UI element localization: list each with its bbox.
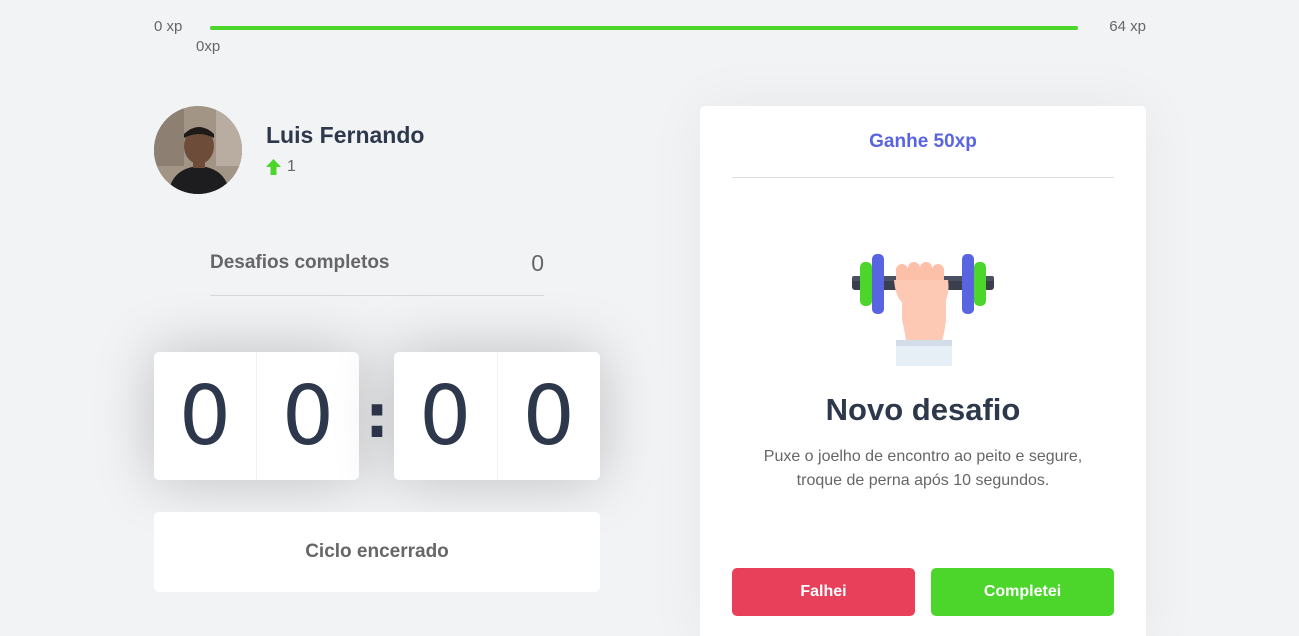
avatar bbox=[154, 106, 242, 194]
level-up-arrow-icon bbox=[266, 159, 281, 175]
completed-challenges: Desafios completos 0 bbox=[210, 250, 544, 296]
level-value: 1 bbox=[287, 158, 296, 175]
countdown-minutes: 0 0 bbox=[154, 352, 359, 480]
challenge-title: Novo desafio bbox=[825, 392, 1021, 427]
countdown-separator: : bbox=[365, 382, 389, 452]
profile-level: 1 bbox=[266, 158, 296, 176]
fail-button[interactable]: Falhei bbox=[732, 568, 915, 616]
profile: Luis Fernando 1 bbox=[154, 106, 574, 194]
second-digit-left: 0 bbox=[419, 368, 472, 464]
minute-digit-right: 0 bbox=[256, 352, 359, 480]
experience-bar: 0 xp 0xp 64 xp bbox=[154, 18, 1146, 58]
countdown: 0 0 : 0 0 bbox=[154, 352, 600, 480]
profile-name: Luis Fernando bbox=[266, 122, 425, 148]
xp-min-label: 0 xp bbox=[154, 18, 183, 35]
challenge-description: Puxe o joelho de encontro ao peito e seg… bbox=[763, 448, 1083, 489]
completed-challenges-count: 0 bbox=[531, 250, 544, 276]
cycle-ended-button[interactable]: Ciclo encerrado bbox=[154, 512, 600, 592]
xp-current-label: 0xp bbox=[196, 38, 221, 55]
minute-digit-left: 0 bbox=[178, 368, 232, 464]
completed-challenges-label: Desafios completos bbox=[210, 252, 390, 273]
xp-progress-fill bbox=[210, 26, 1078, 30]
complete-button[interactable]: Completei bbox=[931, 568, 1114, 616]
challenge-reward: Ganhe 50xp bbox=[732, 106, 1114, 178]
challenge-card: Ganhe 50xp Novo desafio Puxe o joelho de… bbox=[700, 106, 1146, 636]
xp-progress-track bbox=[210, 26, 1078, 30]
countdown-seconds: 0 0 bbox=[394, 352, 600, 480]
second-digit-right: 0 bbox=[496, 352, 601, 480]
avatar-photo bbox=[154, 106, 242, 194]
xp-max-label: 64 xp bbox=[1109, 18, 1146, 35]
dumbbell-arm-icon bbox=[852, 254, 994, 366]
